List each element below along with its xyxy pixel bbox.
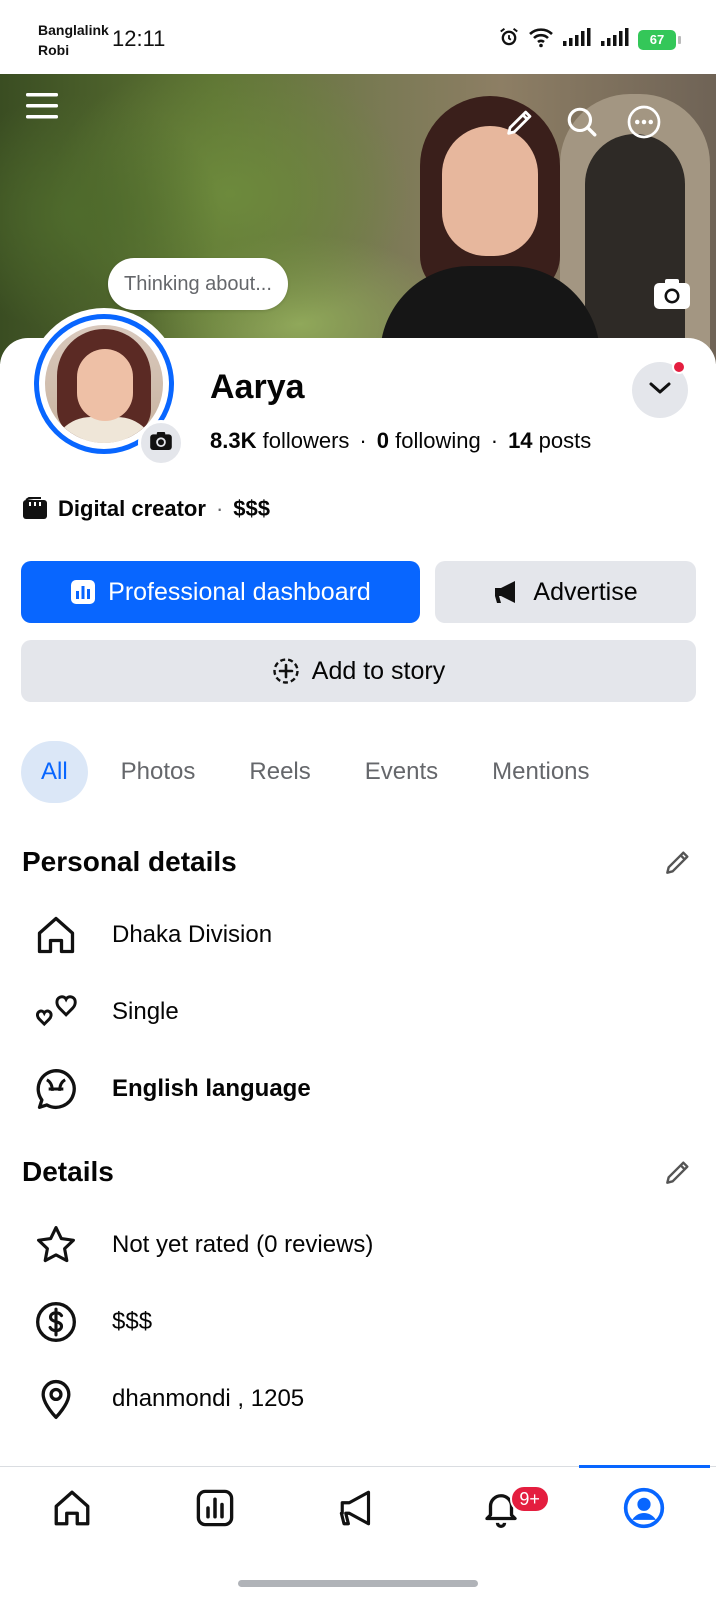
nav-dashboard[interactable]: [143, 1467, 286, 1554]
status-time: 12:11: [112, 26, 166, 51]
menu-button[interactable]: [22, 88, 62, 128]
following-label[interactable]: following: [395, 428, 481, 454]
detail-row-rating: Not yet rated (0 reviews): [30, 1215, 373, 1275]
battery-indicator: 67: [638, 29, 681, 50]
category-separator: ·: [215, 496, 224, 521]
page-category: Digital creator · $$$: [22, 496, 270, 522]
edit-personal-details-button[interactable]: [660, 846, 696, 882]
profile-icon: [622, 1486, 666, 1535]
wifi-icon: [528, 26, 554, 53]
add-to-story-label: Add to story: [311, 656, 446, 685]
camera-icon: [149, 430, 173, 457]
megaphone-icon: [493, 579, 521, 605]
advertise-button[interactable]: Advertise: [435, 561, 696, 623]
tab-events[interactable]: Events: [344, 741, 459, 803]
megaphone-icon: [337, 1487, 379, 1534]
edit-details-button[interactable]: [660, 1156, 696, 1192]
more-options-button[interactable]: [624, 104, 664, 144]
professional-dashboard-button[interactable]: Professional dashboard: [21, 561, 420, 623]
detail-text: Dhaka Division: [112, 921, 273, 948]
dollar-icon: [30, 1296, 82, 1348]
chevron-down-icon: [647, 379, 673, 402]
pencil-icon: [503, 105, 537, 144]
nav-ads[interactable]: [286, 1467, 429, 1554]
thinking-about-bubble[interactable]: Thinking about...: [108, 258, 288, 310]
hamburger-menu-icon: [24, 90, 60, 127]
detail-text: Single: [112, 998, 179, 1025]
profile-name: Aarya: [210, 368, 305, 406]
detail-text: $$$: [112, 1308, 153, 1335]
star-icon: [30, 1219, 82, 1271]
advertise-label: Advertise: [533, 577, 638, 606]
signal-2-icon: [600, 27, 630, 52]
signal-1-icon: [562, 27, 592, 52]
home-icon: [30, 909, 82, 961]
tab-reels[interactable]: Reels: [228, 741, 331, 803]
nav-profile[interactable]: [573, 1465, 716, 1554]
notification-badge: 9+: [509, 1485, 550, 1513]
carrier-names: Banglalink Robi: [38, 20, 109, 60]
carrier-2: Robi: [38, 42, 70, 58]
detail-text: dhanmondi , 1205: [112, 1385, 305, 1412]
notification-dot: [672, 360, 686, 374]
search-button[interactable]: [562, 104, 602, 144]
detail-row-location: Dhaka Division: [30, 905, 272, 965]
price-range: $$$: [233, 496, 270, 521]
status-bar: Banglalink Robi 12:11 67: [0, 0, 716, 74]
camera-icon: [652, 277, 692, 316]
details-title: Details: [22, 1156, 114, 1187]
language-icon: [30, 1063, 82, 1115]
cover-arch-doorway: [585, 134, 685, 364]
stats-separator: ·: [490, 428, 499, 453]
detail-row-relationship: Single: [30, 982, 179, 1042]
personal-details-title: Personal details: [22, 846, 237, 877]
tab-photos[interactable]: Photos: [100, 741, 217, 803]
detail-row-price: $$$: [30, 1292, 152, 1352]
edit-profile-button[interactable]: [500, 104, 540, 144]
following-count[interactable]: 0: [377, 428, 389, 454]
more-dots-icon: [626, 104, 662, 145]
professional-dashboard-label: Professional dashboard: [108, 577, 371, 606]
category-icon: [22, 497, 48, 521]
change-profile-picture-button[interactable]: [138, 420, 184, 466]
pencil-icon: [662, 1156, 694, 1193]
detail-row-language: English language: [30, 1059, 311, 1119]
followers-count[interactable]: 8.3K: [210, 428, 256, 454]
category-label: Digital creator: [58, 496, 206, 521]
stats-separator: ·: [359, 428, 367, 453]
location-pin-icon: [30, 1373, 82, 1425]
detail-text: Not yet rated (0 reviews): [112, 1231, 374, 1258]
home-indicator[interactable]: [238, 1580, 478, 1587]
dashboard-icon: [194, 1487, 236, 1534]
hearts-icon: [30, 986, 82, 1038]
tab-mentions[interactable]: Mentions: [471, 741, 610, 803]
profile-tabs: All Photos Reels Events Mentions: [21, 740, 623, 804]
profile-stats: 8.3K followers · 0 following · 14 posts: [210, 428, 591, 454]
home-icon: [51, 1487, 93, 1534]
nav-notifications[interactable]: 9+: [430, 1467, 573, 1554]
change-cover-photo-button[interactable]: [650, 274, 694, 318]
search-icon: [565, 105, 599, 144]
detail-text: English language: [112, 1075, 311, 1102]
detail-row-address: dhanmondi , 1205: [30, 1369, 304, 1429]
alarm-icon: [498, 26, 520, 53]
add-story-icon: [272, 657, 300, 685]
nav-home[interactable]: [0, 1467, 143, 1554]
dashboard-icon: [70, 579, 96, 605]
posts-label: posts: [538, 428, 592, 453]
add-to-story-button[interactable]: Add to story: [21, 640, 696, 702]
posts-count: 14: [508, 428, 533, 453]
carrier-1: Banglalink: [38, 22, 109, 38]
followers-label[interactable]: followers: [263, 428, 350, 454]
status-icons: 67: [498, 26, 681, 53]
bottom-navigation: 9+: [0, 1465, 716, 1554]
tab-all[interactable]: All: [21, 741, 88, 803]
pencil-icon: [662, 846, 694, 883]
